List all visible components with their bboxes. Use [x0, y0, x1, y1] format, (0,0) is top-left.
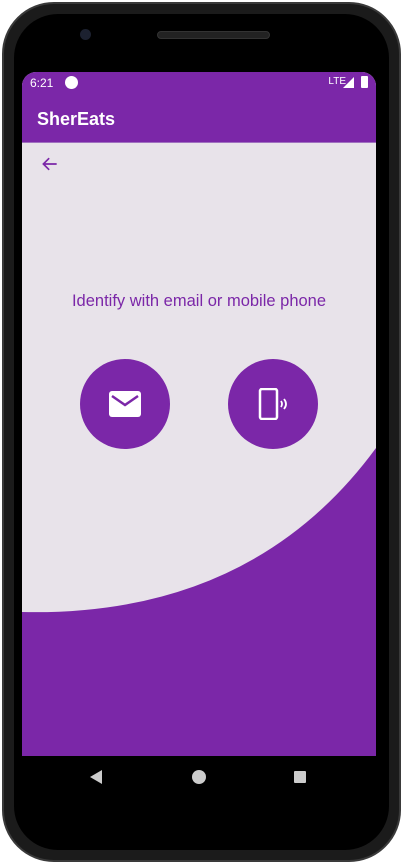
app-bar: SherEats — [22, 94, 376, 143]
signal-icon — [343, 77, 354, 88]
purple-curve-background — [22, 448, 376, 756]
status-time: 6:21 — [30, 76, 54, 90]
phone-icon — [258, 388, 287, 420]
nav-home-icon[interactable] — [192, 769, 206, 785]
camera — [80, 29, 91, 40]
navigation-bar — [22, 756, 376, 798]
nav-recents-icon[interactable] — [293, 769, 307, 785]
back-arrow-icon[interactable] — [40, 154, 60, 174]
nav-back-icon[interactable] — [89, 769, 103, 785]
phone-button[interactable] — [228, 359, 318, 449]
email-icon — [109, 391, 141, 417]
app-title: SherEats — [37, 109, 116, 129]
screen: 6:21 LTE SherEats Identify with email or… — [22, 72, 376, 756]
speaker — [157, 31, 270, 39]
status-bar: 6:21 LTE — [22, 72, 376, 94]
battery-icon — [361, 76, 368, 88]
identify-prompt: Identify with email or mobile phone — [71, 292, 327, 310]
notification-icon — [65, 76, 78, 89]
email-button[interactable] — [80, 359, 170, 449]
